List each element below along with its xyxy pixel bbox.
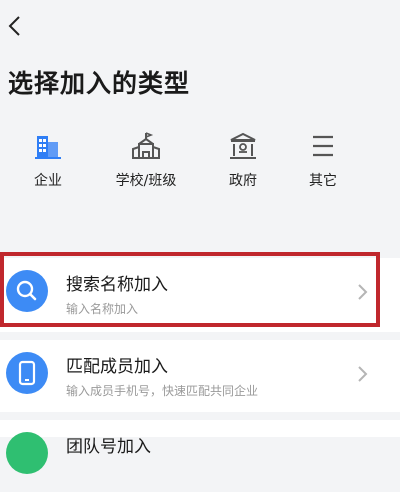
- building-icon: [35, 136, 61, 159]
- type-label: 学校/班级: [115, 173, 177, 189]
- type-label: 企业: [34, 173, 62, 189]
- option-team-number[interactable]: 团队号加入: [0, 420, 400, 492]
- option-title: 团队号加入: [66, 437, 151, 457]
- type-school[interactable]: 学校/班级: [106, 130, 186, 200]
- type-selector: 企业 学校/班级 政府 其它: [0, 130, 400, 200]
- option-subtitle: 输入成员手机号，快速匹配共同企业: [66, 384, 259, 398]
- chevron-right-icon: [358, 284, 368, 300]
- divider: [0, 412, 400, 420]
- search-icon: [6, 270, 48, 312]
- type-label: 其它: [309, 173, 337, 189]
- team-icon: [6, 432, 48, 474]
- option-title: 匹配成员加入: [66, 357, 168, 377]
- join-options-list: 搜索名称加入 输入名称加入 匹配成员加入 输入成员手机号，快速匹配共同企业 团队…: [0, 258, 400, 474]
- menu-icon: [313, 135, 333, 157]
- type-other[interactable]: 其它: [283, 130, 363, 200]
- chevron-right-icon: [358, 366, 368, 382]
- back-arrow-icon[interactable]: [4, 14, 28, 38]
- school-icon: [132, 132, 160, 159]
- government-icon: [230, 132, 256, 159]
- type-label: 政府: [229, 173, 257, 189]
- type-enterprise[interactable]: 企业: [8, 130, 88, 200]
- option-match-member[interactable]: 匹配成员加入 输入成员手机号，快速匹配共同企业: [0, 340, 400, 412]
- option-subtitle: 输入名称加入: [66, 302, 139, 316]
- option-search-name[interactable]: 搜索名称加入 输入名称加入: [0, 258, 400, 330]
- option-title: 搜索名称加入: [66, 275, 168, 295]
- type-government[interactable]: 政府: [203, 130, 283, 200]
- phone-icon: [6, 352, 48, 394]
- divider: [0, 332, 400, 340]
- page-title: 选择加入的类型: [8, 69, 191, 98]
